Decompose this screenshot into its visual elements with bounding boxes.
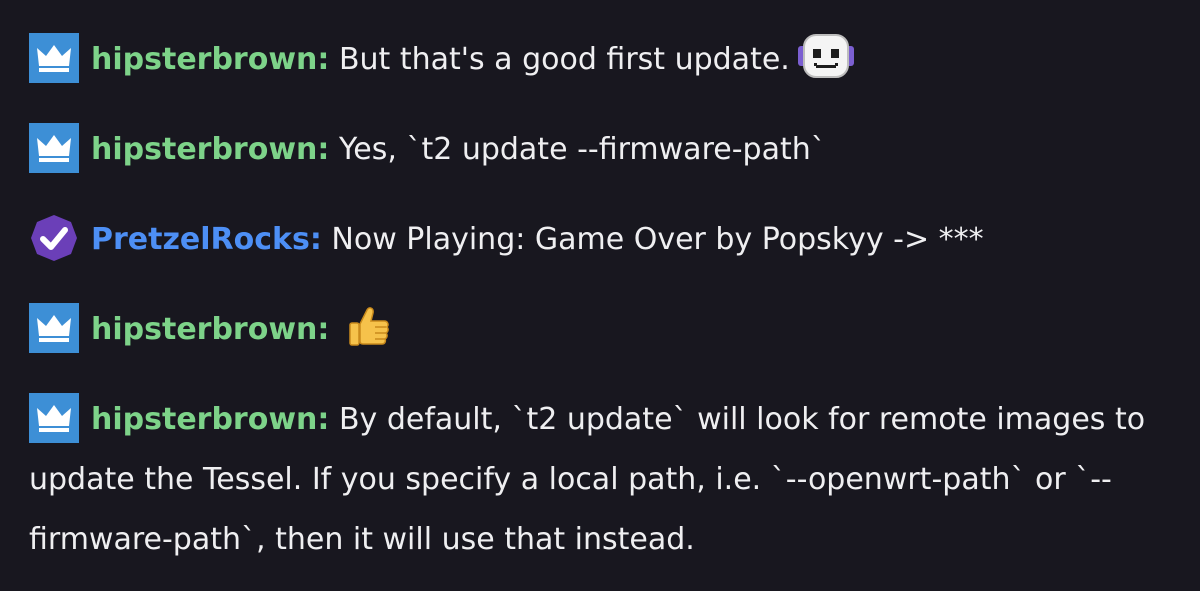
chat-username[interactable]: hipsterbrown (91, 402, 317, 437)
username-separator: : (317, 312, 330, 347)
username-separator: : (317, 402, 330, 437)
crown-icon[interactable] (29, 32, 79, 83)
thumbs-up-emoji (345, 304, 391, 350)
crown-icon[interactable] (29, 122, 79, 173)
chat-message: hipsterbrown: But that's a good first up… (29, 30, 1170, 90)
chat-username[interactable]: hipsterbrown (91, 312, 317, 347)
robot-face-emote[interactable] (796, 32, 856, 82)
message-text: Yes, `t2 update --firmware-path` (329, 132, 826, 167)
message-text (329, 312, 339, 347)
chat-message: hipsterbrown: Yes, `t2 update --firmware… (29, 120, 1170, 180)
crown-icon[interactable] (29, 302, 79, 353)
chat-message: hipsterbrown: (29, 300, 1170, 360)
chat-username[interactable]: hipsterbrown (91, 132, 317, 167)
message-text: Now Playing: Game Over by Popskyy -> *** (321, 222, 984, 257)
crown-icon[interactable] (29, 392, 79, 443)
chat-panel: hipsterbrown: But that's a good first up… (0, 0, 1200, 591)
chat-username[interactable]: hipsterbrown (91, 42, 317, 77)
chat-message: hipsterbrown: By default, `t2 update` wi… (29, 390, 1170, 570)
username-separator: : (317, 132, 330, 167)
chat-username[interactable]: PretzelRocks (91, 222, 310, 257)
username-separator: : (317, 42, 330, 77)
verified-check-icon[interactable] (29, 213, 79, 263)
chat-message: PretzelRocks: Now Playing: Game Over by … (29, 210, 1170, 270)
username-separator: : (309, 222, 322, 257)
message-text: But that's a good first update. (329, 42, 790, 77)
